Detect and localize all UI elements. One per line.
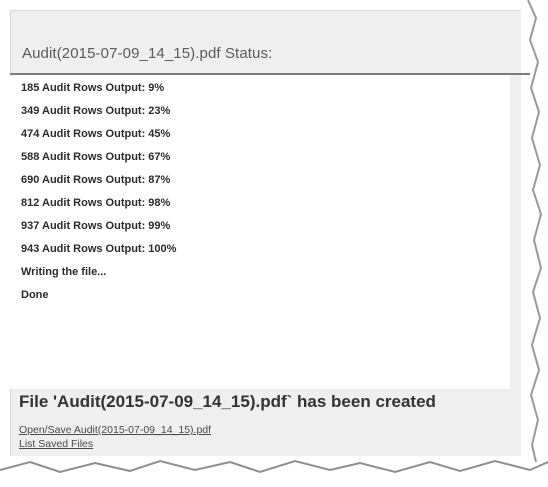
torn-edge-decoration: [0, 0, 548, 487]
status-page: Audit(2015-07-09_14_15).pdf Status: 185 …: [0, 0, 548, 487]
